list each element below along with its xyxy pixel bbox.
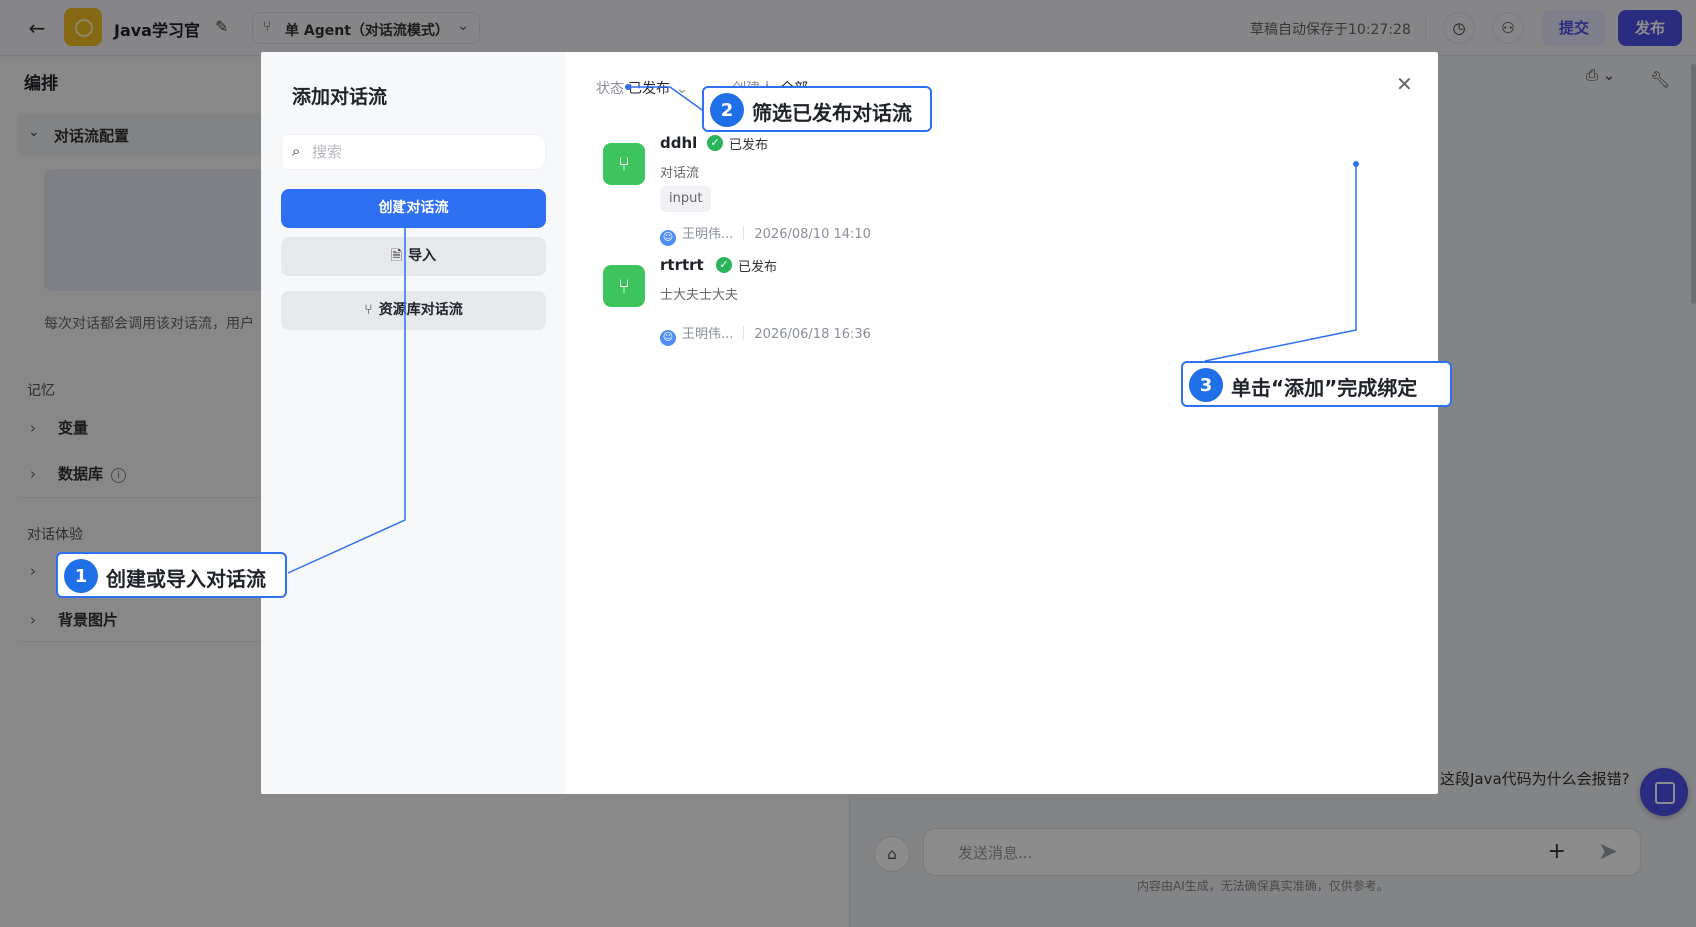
step-number-badge: 2 bbox=[710, 93, 744, 127]
flow-author: 王明伟... bbox=[682, 327, 734, 342]
list-item: ⑂ ddhl ✓ 已发布 对话流 input ☺ 王明伟... 2026/08/10… bbox=[603, 134, 1403, 246]
search-icon: ⌕ bbox=[292, 142, 301, 160]
dialog-title: 添加对话流 bbox=[292, 86, 388, 108]
check-circle-icon: ✓ bbox=[716, 257, 732, 273]
chevron-down-icon[interactable]: ⌄ bbox=[676, 81, 688, 97]
flow-tag: input bbox=[660, 186, 712, 212]
callout-text: 创建或导入对话流 bbox=[106, 567, 266, 591]
status-badge: 已发布 bbox=[738, 260, 778, 275]
status-filter-label: 状态 bbox=[596, 81, 624, 97]
dialog-sidebar: 添加对话流 ⌕ 创建对话流 🗎 导入 ⑂ 资源库对话流 bbox=[261, 52, 566, 794]
import-button[interactable]: 🗎 导入 bbox=[281, 237, 546, 276]
status-filter-select[interactable]: 已发布 bbox=[628, 81, 670, 97]
user-icon: ☺ bbox=[660, 230, 676, 246]
callout-text: 筛选已发布对话流 bbox=[752, 101, 912, 125]
check-circle-icon: ✓ bbox=[707, 135, 723, 151]
search-box[interactable]: ⌕ bbox=[281, 134, 546, 170]
flow-description: 士大夫士大夫 bbox=[660, 288, 739, 303]
callout-text: 单击“添加”完成绑定 bbox=[1231, 376, 1418, 400]
user-icon: ☺ bbox=[660, 330, 676, 346]
search-input[interactable] bbox=[312, 141, 532, 163]
step-number-badge: 3 bbox=[1189, 368, 1223, 402]
flow-author: 王明伟... bbox=[682, 227, 734, 242]
callout-step-1: 1 创建或导入对话流 bbox=[56, 552, 287, 598]
flow-meta: ☺ 王明伟... 2026/06/18 16:36 bbox=[660, 323, 871, 346]
list-item: ⑂ rtrtrt ✓ 已发布 士大夫士大夫 ☺ 王明伟... 2026/06/18 … bbox=[603, 256, 1403, 346]
workflow-icon: ⑂ bbox=[603, 265, 645, 307]
status-badge: 已发布 bbox=[729, 138, 769, 153]
flow-time: 2026/08/10 14:10 bbox=[754, 227, 871, 242]
flow-name: rtrtrt bbox=[660, 256, 704, 274]
import-label: 导入 bbox=[408, 248, 437, 264]
file-icon: 🗎 bbox=[390, 248, 403, 264]
create-flow-button[interactable]: 创建对话流 bbox=[281, 189, 546, 228]
callout-step-2: 2 筛选已发布对话流 bbox=[702, 86, 932, 132]
step-number-badge: 1 bbox=[64, 559, 98, 593]
divider bbox=[743, 226, 745, 240]
flow-description: 对话流 bbox=[660, 166, 700, 181]
divider bbox=[743, 326, 745, 340]
branch-icon: ⑂ bbox=[364, 302, 373, 318]
flow-meta: ☺ 王明伟... 2026/08/10 14:10 bbox=[660, 223, 871, 246]
flow-time: 2026/06/18 16:36 bbox=[754, 327, 871, 342]
add-flow-dialog: 添加对话流 ⌕ 创建对话流 🗎导入 ⑂资源库对话流 状态已发布⌄ 创建人全部 ✕… bbox=[261, 52, 1438, 794]
library-flows-label: 资源库对话流 bbox=[378, 302, 463, 318]
flow-name: ddhl bbox=[660, 134, 698, 152]
library-flows-button[interactable]: ⑂ 资源库对话流 bbox=[281, 291, 546, 330]
workflow-icon: ⑂ bbox=[603, 143, 645, 185]
close-icon[interactable]: ✕ bbox=[1396, 72, 1413, 96]
callout-step-3: 3 单击“添加”完成绑定 bbox=[1181, 361, 1452, 407]
